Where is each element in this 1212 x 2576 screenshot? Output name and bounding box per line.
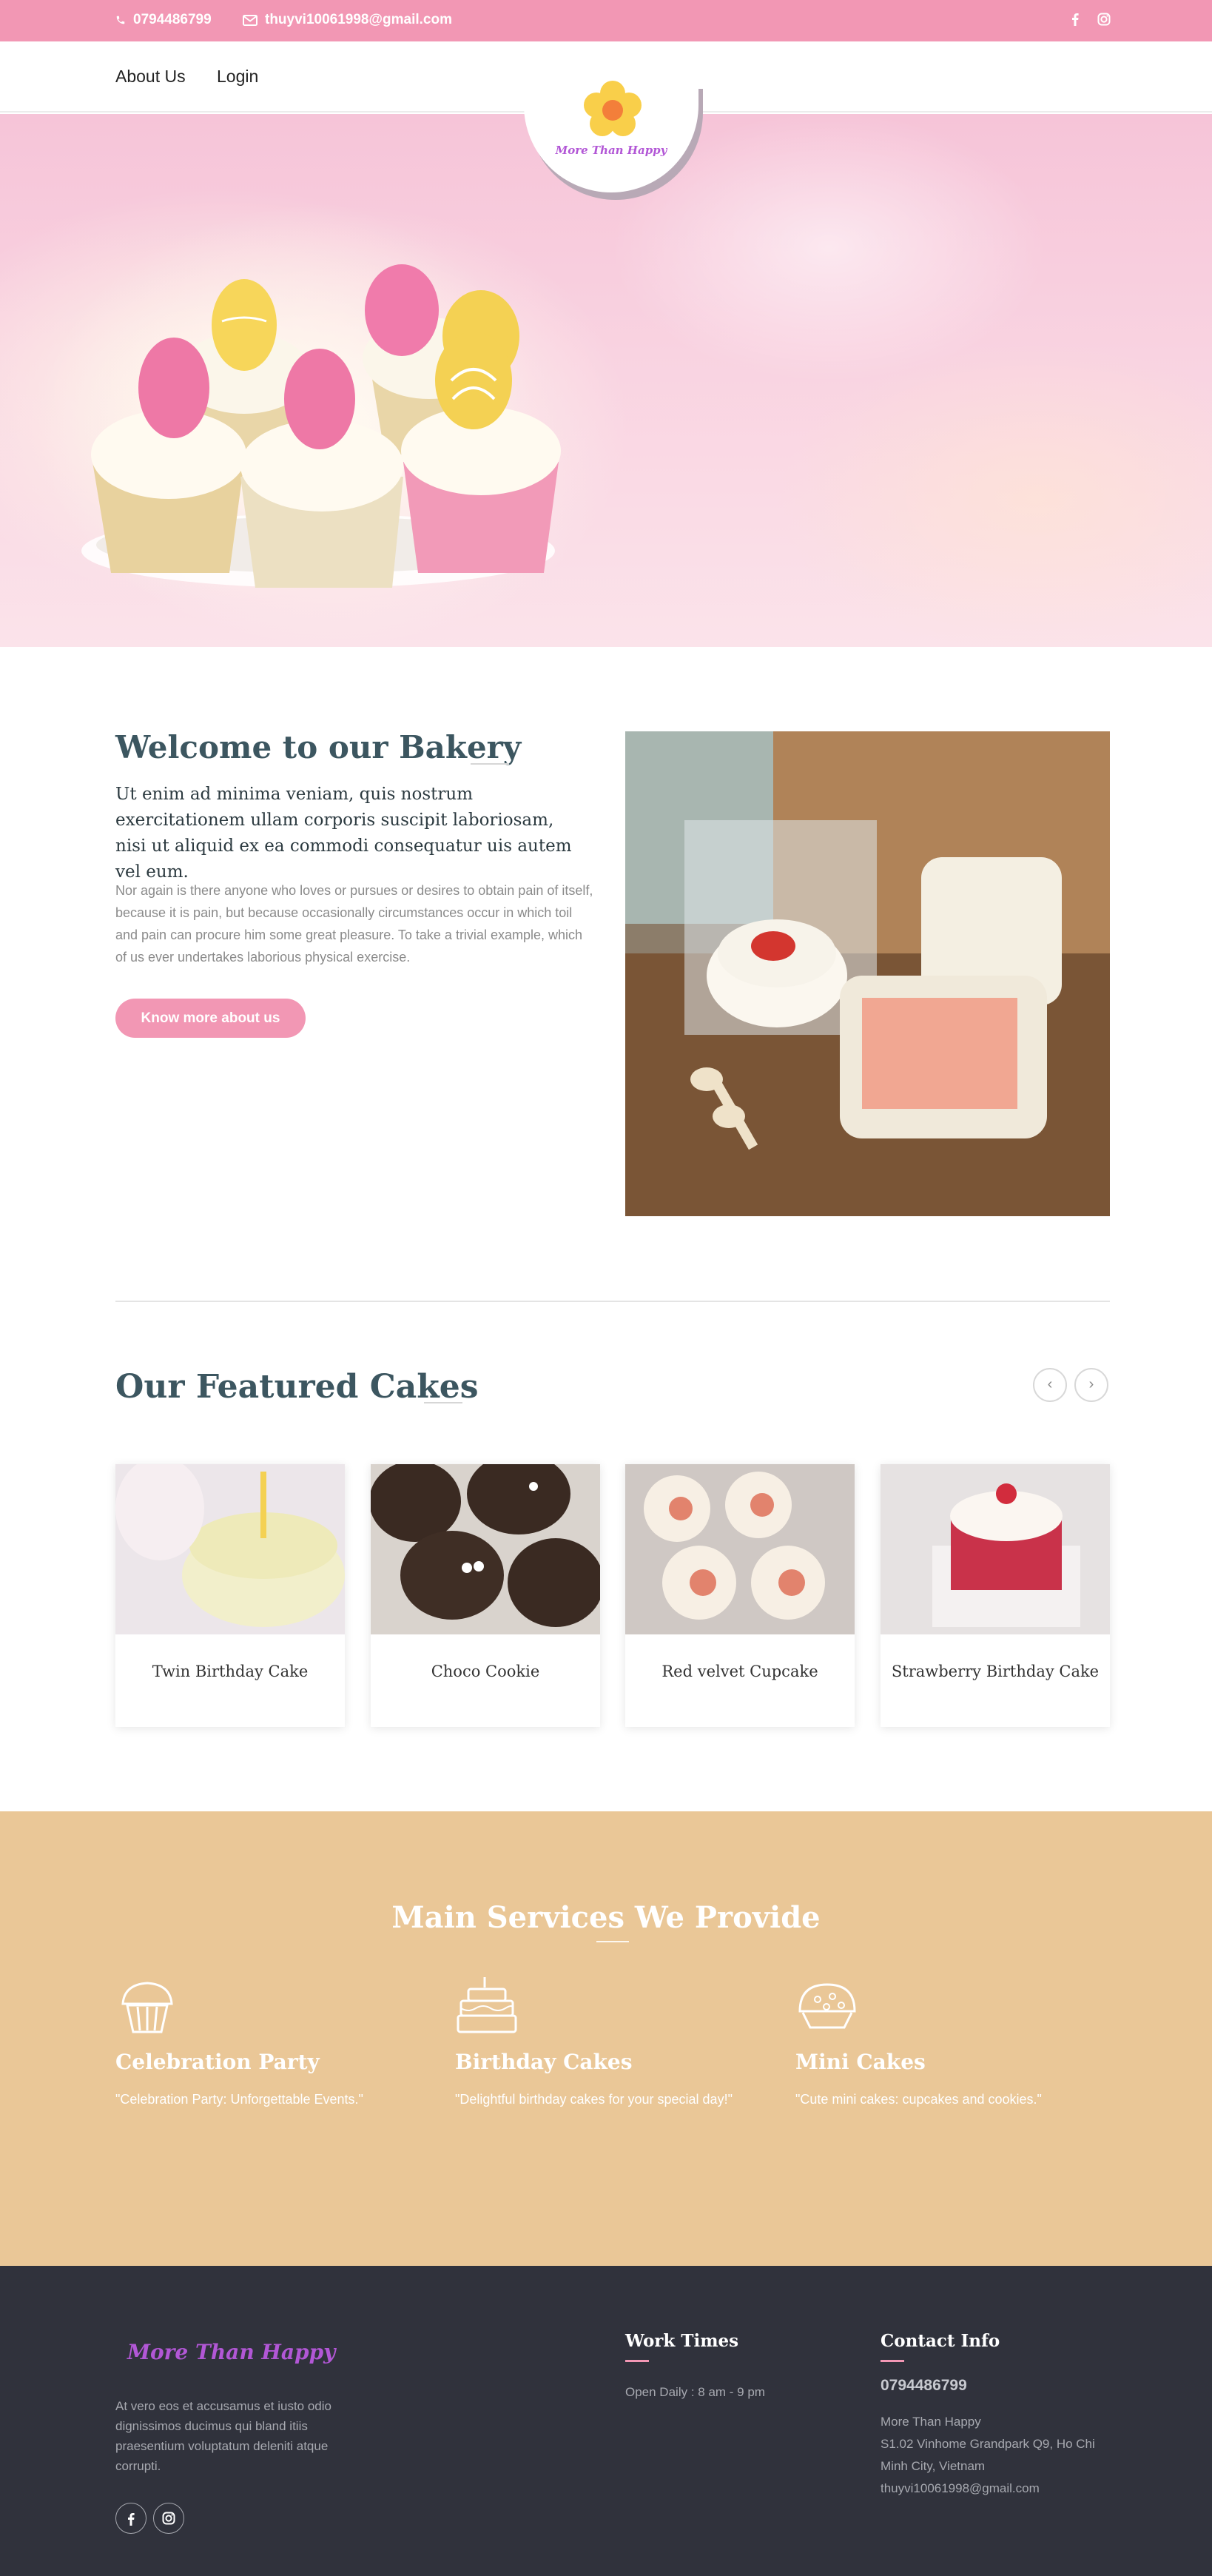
cake-image — [371, 1464, 600, 1634]
contact-info-heading: Contact Info — [881, 2331, 1000, 2351]
carousel-next-button[interactable]: › — [1074, 1368, 1108, 1402]
featured-title-rule — [424, 1402, 462, 1403]
cake-name: Strawberry Birthday Cake — [891, 1663, 1100, 1680]
cupcake-icon — [121, 1982, 173, 2033]
chevron-left-icon: ‹ — [1047, 1376, 1053, 1392]
flower-logo-icon — [584, 81, 642, 136]
hero-cupcakes-image — [37, 203, 629, 647]
topbar-phone-text: 0794486799 — [133, 12, 212, 27]
birthday-cake-icon — [457, 1977, 517, 2033]
service-item — [115, 1974, 397, 2042]
footer-facebook-link[interactable] — [115, 2503, 147, 2534]
cake-name: Choco Cookie — [431, 1663, 540, 1680]
service-desc: "Cute mini cakes: cupcakes and cookies." — [795, 2092, 1042, 2107]
cake-name: Red velvet Cupcake — [661, 1663, 818, 1680]
footer: More Than Happy At vero eos et accusamus… — [0, 2266, 1212, 2576]
nav-about-us[interactable]: About Us — [115, 67, 186, 87]
contact-name: More Than Happy — [881, 2415, 981, 2429]
services-section: Main Services We Provide Celebration Par… — [0, 1811, 1212, 2266]
service-item — [455, 1974, 736, 2042]
know-more-button[interactable]: Know more about us — [115, 999, 306, 1038]
phone-icon — [116, 16, 125, 24]
cake-card[interactable]: Strawberry Birthday Cake — [881, 1464, 1110, 1727]
facebook-icon — [1072, 13, 1079, 26]
welcome-body: Nor again is there anyone who loves or p… — [115, 883, 593, 965]
top-bar: 0794486799 thuyvi10061998@gmail.com — [0, 0, 1212, 41]
work-times-heading: Work Times — [625, 2331, 739, 2351]
work-times-rule — [625, 2360, 649, 2362]
service-name: Mini Cakes — [795, 2050, 926, 2074]
carousel-prev-button[interactable]: ‹ — [1033, 1368, 1067, 1402]
contact-phone[interactable]: 0794486799 — [881, 2377, 967, 2395]
pie-icon — [798, 1983, 856, 2029]
topbar-facebook-link[interactable] — [1071, 13, 1079, 26]
contact-info-rule — [881, 2360, 904, 2362]
envelope-icon — [243, 14, 257, 26]
nav-login[interactable]: Login — [217, 67, 258, 87]
service-name: Celebration Party — [115, 2050, 320, 2074]
facebook-icon — [128, 2513, 135, 2526]
cake-image — [881, 1464, 1110, 1634]
service-desc: "Delightful birthday cakes for your spec… — [455, 2092, 733, 2107]
bakery-box-image — [625, 731, 1110, 1216]
logo-text: More Than Happy — [555, 144, 667, 157]
page: 0794486799 thuyvi10061998@gmail.com Abou… — [0, 0, 1212, 2576]
section-divider — [115, 1301, 1110, 1302]
contact-address: S1.02 Vinhome Grandpark Q9, Ho Chi Minh … — [881, 2437, 1095, 2473]
service-name: Birthday Cakes — [455, 2050, 633, 2074]
chevron-right-icon: › — [1088, 1376, 1094, 1392]
cake-card[interactable]: Choco Cookie — [371, 1464, 600, 1727]
welcome-title-rule — [471, 763, 509, 765]
featured-title: Our Featured Cakes — [115, 1368, 479, 1406]
cake-card[interactable]: Red velvet Cupcake — [625, 1464, 855, 1727]
cake-image — [115, 1464, 345, 1634]
welcome-lead: Ut enim ad minima veniam, quis nostrum e… — [115, 785, 572, 882]
hero-banner — [0, 114, 1212, 647]
topbar-email[interactable]: thuyvi10061998@gmail.com — [243, 12, 452, 28]
cake-image — [625, 1464, 855, 1634]
service-item — [795, 1974, 1077, 2042]
contact-email[interactable]: thuyvi10061998@gmail.com — [881, 2478, 1040, 2500]
topbar-phone[interactable]: 0794486799 — [115, 12, 212, 28]
cake-name: Twin Birthday Cake — [152, 1663, 309, 1680]
welcome-photo — [625, 731, 1110, 1216]
services-title-rule — [596, 1941, 629, 1942]
work-hours: Open Daily : 8 am - 9 pm — [625, 2385, 765, 2399]
instagram-icon — [162, 2512, 175, 2525]
welcome-title: Welcome to our Bakery — [115, 729, 522, 765]
instagram-icon — [1097, 13, 1111, 26]
footer-about: At vero eos et accusamus et iusto odio d… — [115, 2399, 331, 2473]
footer-instagram-link[interactable] — [153, 2503, 184, 2534]
topbar-instagram-link[interactable] — [1097, 13, 1111, 26]
topbar-email-text: thuyvi10061998@gmail.com — [265, 12, 452, 27]
footer-logo[interactable]: More Than Happy — [127, 2340, 335, 2364]
cake-card[interactable]: Twin Birthday Cake — [115, 1464, 345, 1727]
services-title: Main Services We Provide — [391, 1900, 821, 1935]
service-desc: "Celebration Party: Unforgettable Events… — [115, 2092, 363, 2107]
